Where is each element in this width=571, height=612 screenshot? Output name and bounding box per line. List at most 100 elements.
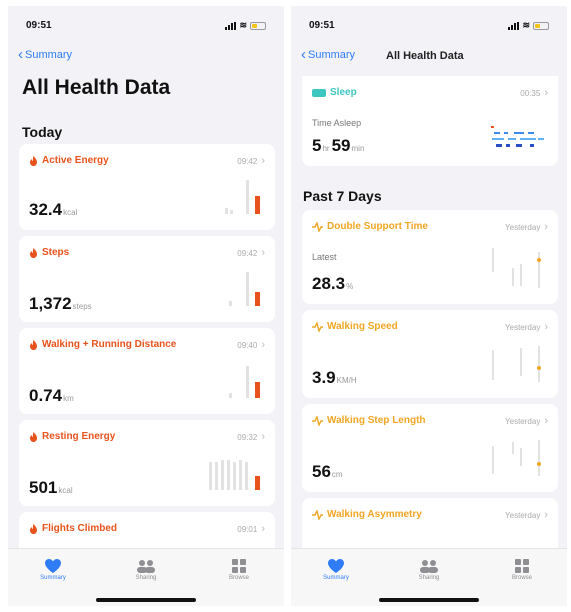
card-value: 501kcal [29,478,73,498]
mini-chart [490,434,546,478]
value-unit: kcal [58,486,73,495]
flame-icon [29,155,38,166]
card-meta: 09:42 › [237,247,265,259]
mini-chart [223,178,263,216]
value-number: 3.9 [312,368,336,387]
tab-sharing[interactable]: Sharing [111,557,181,581]
walking-step-length-card[interactable]: Walking Step Length Yesterday › 56cm [302,404,558,492]
signal-icon [225,21,237,30]
card-meta: Yesterday › [505,221,548,233]
card-meta: Yesterday › [505,321,548,333]
card-title: Walking Speed [312,320,398,333]
chevron-right-icon: › [544,415,548,427]
section-today: Today [22,124,63,140]
active-energy-card[interactable]: Active Energy 09:42 › 32.4kcal [19,144,275,230]
wifi-icon: ≋ [522,20,530,30]
card-sub: Latest [312,252,337,262]
tab-browse[interactable]: Browse [487,557,557,581]
flame-icon [29,247,38,258]
card-value: 56cm [312,462,343,482]
card-title: Sleep [312,87,357,98]
tab-label: Sharing [418,575,440,581]
card-time: 00:35 [520,88,541,98]
card-title: Resting Energy [29,431,115,442]
chevron-right-icon: › [261,339,265,351]
bed-icon [312,88,326,97]
card-time: Yesterday [505,416,541,426]
tab-label: Summary [40,575,66,581]
right-screen: 09:51 ≋ ‹ Summary All Health Data Sleep … [291,6,567,606]
tab-summary[interactable]: Summary [301,557,371,581]
walking-icon [312,414,323,427]
sleep-hours: 5 [312,136,322,155]
sleep-mini-chart [490,124,546,154]
double-support-time-card[interactable]: Double Support Time Yesterday › Latest 28… [302,210,558,304]
steps-card[interactable]: Steps 09:42 › 1,372steps [19,236,275,322]
chevron-right-icon: › [261,431,265,443]
card-value: 1,372steps [29,294,92,314]
value-number: 501 [29,478,58,497]
card-time: Yesterday [505,510,541,520]
walking-icon [312,220,323,233]
card-label: Walking Asymmetry [327,509,422,520]
card-value: 32.4kcal [29,200,77,220]
back-label: Summary [308,48,356,61]
value-unit: km [63,394,74,403]
card-title: Walking + Running Distance [29,339,176,350]
tab-bar: Summary Sharing Browse [8,548,284,606]
card-meta: 09:01 › [237,523,265,535]
section-past-7-days: Past 7 Days [303,188,382,204]
back-label: Summary [25,48,73,61]
card-meta: 09:32 › [237,431,265,443]
heart-icon [301,557,371,575]
status-icons: ≋ [508,20,549,31]
back-button[interactable]: ‹ Summary [301,47,355,62]
value-unit: kcal [63,208,78,217]
tab-label: Browse [228,575,249,581]
back-button[interactable]: ‹ Summary [18,47,72,62]
mini-chart [490,246,546,290]
tab-sharing[interactable]: Sharing [394,557,464,581]
value-unit: cm [331,470,343,479]
sleep-label: Time Asleep [312,118,362,128]
battery-icon [250,21,266,30]
chevron-right-icon: › [261,155,265,167]
chevron-right-icon: › [544,509,548,521]
chevron-right-icon: › [544,321,548,333]
value-unit: % [346,282,354,291]
walking-running-distance-card[interactable]: Walking + Running Distance 09:40 › 0.74km [19,328,275,414]
tab-browse[interactable]: Browse [204,557,274,581]
mini-chart [223,270,263,308]
walking-icon [312,320,323,333]
tab-label: Summary [323,575,349,581]
flame-icon [29,339,38,350]
card-value: 28.3% [312,274,353,294]
card-time: Yesterday [505,322,541,332]
chevron-right-icon: › [544,221,548,233]
card-label: Walking Speed [327,321,398,332]
sleep-card[interactable]: Sleep 00:35 › Time Asleep 5hr 59min [302,76,558,166]
card-label: Double Support Time [327,221,428,232]
card-meta: Yesterday › [505,415,548,427]
walking-speed-card[interactable]: Walking Speed Yesterday › 3.9KM/H [302,310,558,398]
chevron-left-icon: ‹ [18,46,23,63]
sleep-minutes: 59 [331,136,351,155]
signal-icon [508,21,520,30]
walking-icon [312,508,323,521]
card-label: Active Energy [42,155,109,166]
heart-icon [18,557,88,575]
nav-title: All Health Data [386,50,464,62]
flame-icon [29,431,38,442]
people-icon [394,557,464,575]
card-time: 09:42 [237,248,258,258]
tab-summary[interactable]: Summary [18,557,88,581]
card-title: Walking Asymmetry [312,508,422,521]
chevron-left-icon: ‹ [301,46,306,63]
card-meta: 00:35 › [520,87,548,99]
card-meta: Yesterday › [505,509,548,521]
value-unit: KM/H [336,376,357,385]
value-number: 28.3 [312,274,346,293]
card-meta: 09:42 › [237,155,265,167]
value-number: 32.4 [29,200,63,219]
resting-energy-card[interactable]: Resting Energy 09:32 › 501kcal [19,420,275,506]
